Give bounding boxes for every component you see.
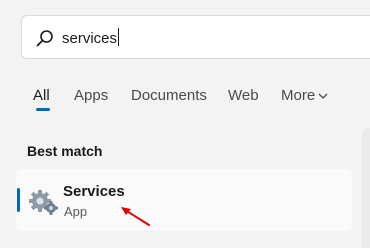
best-match-heading: Best match	[27, 143, 103, 159]
preview-panel	[362, 128, 370, 248]
active-tab-indicator	[36, 108, 50, 111]
tab-more[interactable]: More	[281, 86, 315, 106]
search-input[interactable]: services	[62, 28, 120, 49]
result-name: Services	[63, 183, 125, 200]
tab-documents[interactable]: Documents	[131, 86, 207, 106]
tab-web[interactable]: Web	[228, 86, 259, 106]
chevron-down-icon[interactable]	[318, 92, 328, 100]
result-type: App	[64, 204, 88, 219]
tab-all[interactable]: All	[33, 86, 50, 106]
search-icon	[36, 30, 53, 47]
annotation-arrow-icon	[121, 207, 150, 226]
search-box[interactable]: services	[21, 15, 370, 59]
services-gear-icon	[29, 190, 58, 215]
best-match-result[interactable]	[16, 169, 352, 231]
text-caret	[118, 28, 120, 46]
selection-indicator	[17, 188, 20, 212]
tab-apps[interactable]: Apps	[74, 86, 108, 106]
